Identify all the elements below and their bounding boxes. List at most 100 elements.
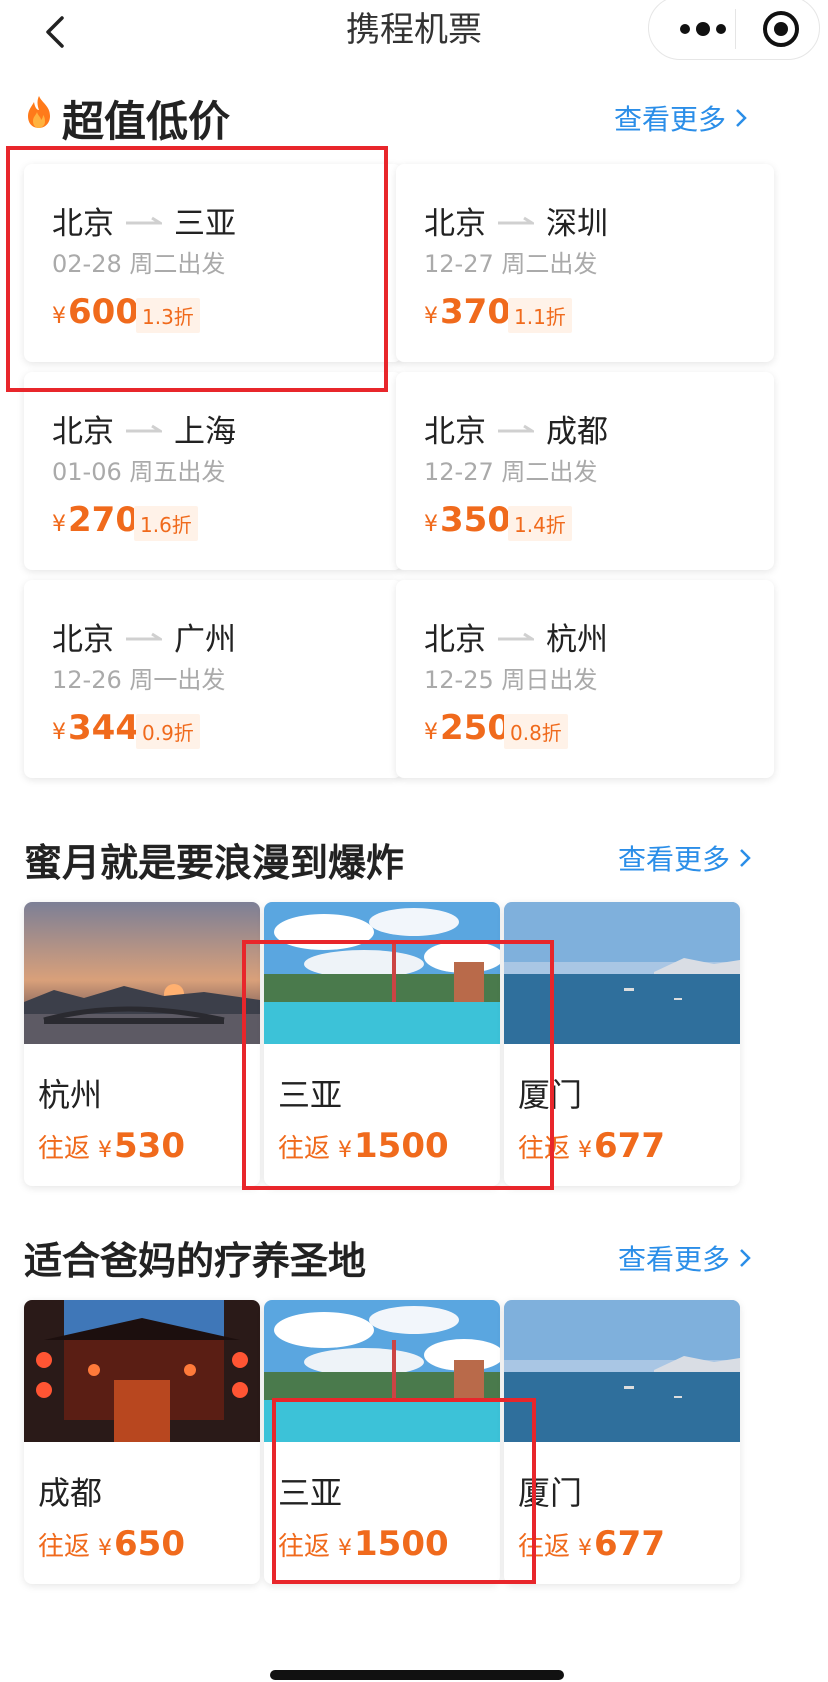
price-value: 650 xyxy=(114,1524,185,1564)
destination-city: 深圳 xyxy=(546,206,608,242)
route: 北京 上海 xyxy=(52,406,236,451)
arrow-right-icon xyxy=(126,216,162,224)
destination-card-sanya-2[interactable]: 三亚 往返 ¥1500 xyxy=(264,1300,500,1584)
deal-card-shanghai[interactable]: 北京 上海 01-06 周五出发 ¥270 1.6折 xyxy=(24,372,402,570)
sanya-photo xyxy=(264,1300,500,1442)
roundtrip-price: 往返 ¥677 xyxy=(518,1524,665,1564)
roundtrip-label: 往返 xyxy=(518,1532,571,1562)
currency-symbol: ¥ xyxy=(52,304,66,329)
departure-date: 12-25 周日出发 xyxy=(424,666,598,694)
deal-price: ¥250 xyxy=(424,708,511,748)
departure-date: 02-28 周二出发 xyxy=(52,250,226,278)
destination-city: 三亚 xyxy=(174,206,236,242)
price-value: 600 xyxy=(68,292,139,332)
currency-symbol: ¥ xyxy=(338,1536,353,1561)
chengdu-photo xyxy=(24,1300,260,1442)
target-icon[interactable] xyxy=(761,9,801,49)
origin-city: 北京 xyxy=(424,414,486,450)
deal-price: ¥270 xyxy=(52,500,139,540)
destination-city: 杭州 xyxy=(546,622,608,658)
discount-badge: 1.3折 xyxy=(136,298,200,333)
roundtrip-label: 往返 xyxy=(278,1134,331,1164)
roundtrip-price: 往返 ¥677 xyxy=(518,1126,665,1166)
roundtrip-label: 往返 xyxy=(518,1134,571,1164)
home-indicator xyxy=(270,1670,564,1680)
destination-card-hangzhou[interactable]: 杭州 往返 ¥530 xyxy=(24,902,260,1186)
deal-card-guangzhou[interactable]: 北京 广州 12-26 周一出发 ¥344 0.9折 xyxy=(24,580,402,778)
section-title-parents: 适合爸妈的疗养圣地 xyxy=(24,1239,367,1283)
origin-city: 北京 xyxy=(424,622,486,658)
destination-name: 厦门 xyxy=(518,1076,583,1114)
xiamen-photo xyxy=(504,1300,740,1442)
price-value: 344 xyxy=(68,708,139,748)
price-value: 250 xyxy=(440,708,511,748)
currency-symbol: ¥ xyxy=(98,1138,113,1163)
destination-name: 厦门 xyxy=(518,1474,583,1512)
route: 北京 深圳 xyxy=(424,198,608,243)
parents-more-link[interactable]: 查看更多 xyxy=(618,1238,752,1278)
roundtrip-price: 往返 ¥650 xyxy=(38,1524,185,1564)
honeymoon-more-link[interactable]: 查看更多 xyxy=(618,838,752,878)
discount-badge: 0.8折 xyxy=(504,714,568,749)
currency-symbol: ¥ xyxy=(52,720,66,745)
origin-city: 北京 xyxy=(52,622,114,658)
route: 北京 三亚 xyxy=(52,198,236,243)
more-icon[interactable] xyxy=(675,15,731,43)
fire-icon xyxy=(28,96,50,128)
currency-symbol: ¥ xyxy=(578,1536,593,1561)
destination-card-xiamen[interactable]: 厦门 往返 ¥677 xyxy=(504,902,740,1186)
xiamen-photo xyxy=(504,902,740,1044)
deals-more-link[interactable]: 查看更多 xyxy=(614,98,748,138)
departure-date: 12-27 周二出发 xyxy=(424,250,598,278)
price-value: 1500 xyxy=(354,1126,449,1166)
origin-city: 北京 xyxy=(424,206,486,242)
roundtrip-price: 往返 ¥1500 xyxy=(278,1524,449,1564)
departure-date: 01-06 周五出发 xyxy=(52,458,226,486)
currency-symbol: ¥ xyxy=(98,1536,113,1561)
route: 北京 广州 xyxy=(52,614,236,659)
chevron-right-icon xyxy=(740,1249,751,1267)
departure-date: 12-27 周二出发 xyxy=(424,458,598,486)
top-nav-bar: 携程机票 xyxy=(0,0,828,64)
discount-badge: 1.6折 xyxy=(134,506,198,541)
destination-city: 上海 xyxy=(174,414,236,450)
deal-card-shenzhen[interactable]: 北京 深圳 12-27 周二出发 ¥370 1.1折 xyxy=(396,164,774,362)
price-value: 677 xyxy=(594,1126,665,1166)
departure-date: 12-26 周一出发 xyxy=(52,666,226,694)
arrow-right-icon xyxy=(126,632,162,640)
section-title-deals: 超值低价 xyxy=(62,97,231,146)
section-title-honeymoon: 蜜月就是要浪漫到爆炸 xyxy=(24,841,405,885)
chevron-right-icon xyxy=(736,109,747,127)
origin-city: 北京 xyxy=(52,206,114,242)
deal-card-chengdu[interactable]: 北京 成都 12-27 周二出发 ¥350 1.4折 xyxy=(396,372,774,570)
destination-city: 成都 xyxy=(546,414,608,450)
currency-symbol: ¥ xyxy=(424,512,438,537)
origin-city: 北京 xyxy=(52,414,114,450)
destination-name: 杭州 xyxy=(38,1076,103,1114)
deal-price: ¥350 xyxy=(424,500,511,540)
deal-card-hangzhou[interactable]: 北京 杭州 12-25 周日出发 ¥250 0.8折 xyxy=(396,580,774,778)
roundtrip-label: 往返 xyxy=(38,1532,91,1562)
route: 北京 成都 xyxy=(424,406,608,451)
currency-symbol: ¥ xyxy=(424,720,438,745)
deal-price: ¥344 xyxy=(52,708,139,748)
arrow-right-icon xyxy=(126,424,162,432)
roundtrip-price: 往返 ¥1500 xyxy=(278,1126,449,1166)
currency-symbol: ¥ xyxy=(578,1138,593,1163)
more-link-label: 查看更多 xyxy=(618,843,731,876)
arrow-right-icon xyxy=(498,424,534,432)
price-value: 677 xyxy=(594,1524,665,1564)
destination-card-chengdu[interactable]: 成都 往返 ¥650 xyxy=(24,1300,260,1584)
destination-name: 三亚 xyxy=(278,1076,343,1114)
route: 北京 杭州 xyxy=(424,614,608,659)
destination-card-xiamen-2[interactable]: 厦门 往返 ¥677 xyxy=(504,1300,740,1584)
deal-card-sanya[interactable]: 北京 三亚 02-28 周二出发 ¥600 1.3折 xyxy=(24,164,402,362)
sanya-photo xyxy=(264,902,500,1044)
discount-badge: 1.1折 xyxy=(508,298,572,333)
destination-card-sanya[interactable]: 三亚 往返 ¥1500 xyxy=(264,902,500,1186)
arrow-right-icon xyxy=(498,632,534,640)
roundtrip-label: 往返 xyxy=(278,1532,331,1562)
hangzhou-photo xyxy=(24,902,260,1044)
price-value: 350 xyxy=(440,500,511,540)
deal-price: ¥600 xyxy=(52,292,139,332)
